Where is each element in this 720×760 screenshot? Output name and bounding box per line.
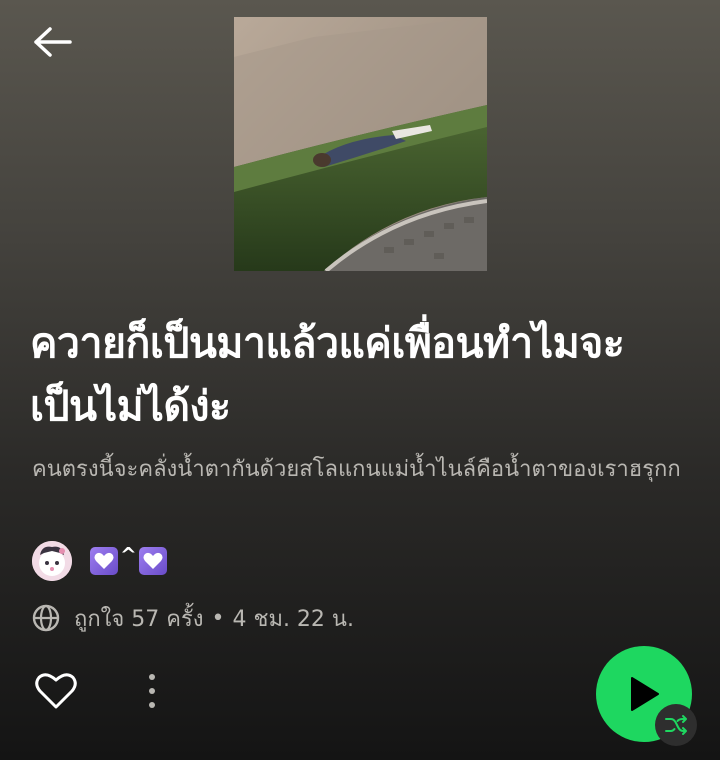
arrow-left-icon bbox=[34, 27, 72, 57]
playlist-description: คนตรงนี้จะคลั่งน้ำตากันด้วยสโลแกนแม่น้ำไ… bbox=[32, 457, 681, 482]
heart-outline-icon bbox=[35, 673, 77, 709]
playlist-meta: ถูกใจ 57 ครั้ง • 4 ชม. 22 น. bbox=[32, 600, 354, 636]
more-options-button[interactable] bbox=[136, 668, 168, 714]
like-button[interactable] bbox=[32, 668, 80, 714]
more-vertical-icon bbox=[149, 674, 155, 680]
back-button[interactable] bbox=[28, 22, 76, 62]
play-icon bbox=[631, 677, 659, 711]
purple-heart-icon bbox=[138, 547, 167, 575]
globe-icon bbox=[32, 604, 60, 632]
purple-heart-icon bbox=[90, 547, 118, 575]
meta-separator: • bbox=[211, 605, 225, 631]
likes-count: ถูกใจ 57 ครั้ง bbox=[74, 606, 204, 632]
playlist-owner[interactable]: ^ bbox=[32, 540, 167, 582]
owner-name-caret: ^ bbox=[120, 543, 137, 567]
owner-avatar[interactable] bbox=[32, 541, 72, 581]
shuffle-button[interactable] bbox=[655, 704, 697, 746]
playlist-cover-image bbox=[234, 17, 487, 271]
shuffle-icon bbox=[665, 715, 687, 735]
owner-name[interactable]: ^ bbox=[90, 543, 167, 575]
total-duration: 4 ชม. 22 น. bbox=[232, 606, 354, 632]
playlist-title: ควายก็เป็นมาแล้วแค่เพื่อนทำไมจะเป็นไม่ได… bbox=[30, 319, 625, 430]
